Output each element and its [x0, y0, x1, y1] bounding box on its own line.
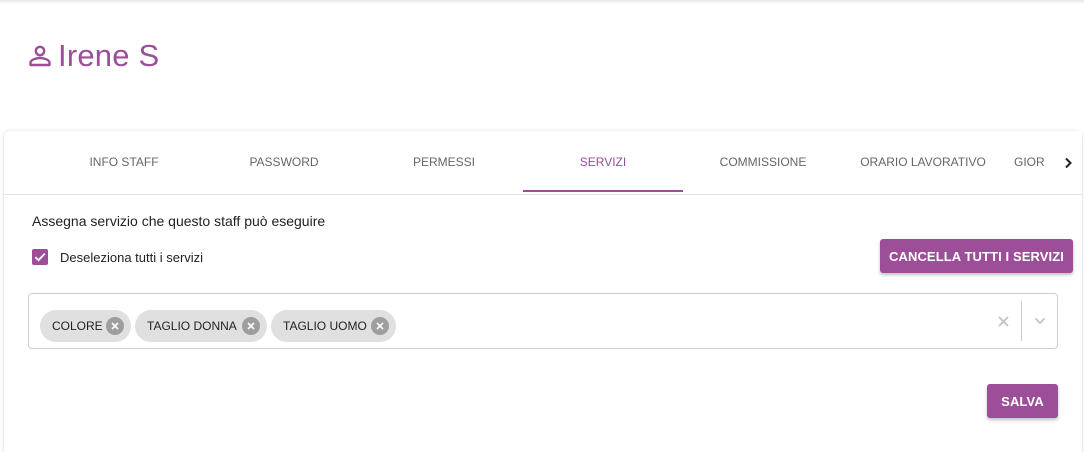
tab-password[interactable]: PASSWORD	[204, 131, 364, 194]
service-chip: COLORE	[40, 310, 131, 342]
service-chip: TAGLIO UOMO	[271, 310, 396, 342]
chip-remove-icon[interactable]	[106, 317, 124, 335]
tab-info-staff[interactable]: INFO STAFF	[44, 131, 204, 194]
tab-scroll-next-button[interactable]	[1054, 131, 1082, 194]
tab-servizi[interactable]: SERVIZI	[523, 131, 683, 194]
chevron-down-icon[interactable]	[1030, 311, 1050, 331]
chip-remove-icon[interactable]	[242, 317, 260, 335]
save-button[interactable]: SALVA	[987, 384, 1058, 418]
clear-all-services-button[interactable]: CANCELLA TUTTI I SERVIZI	[880, 239, 1073, 273]
services-multiselect[interactable]: COLORE TAGLIO DONNA TAGLIO UOMO	[28, 293, 1058, 349]
deselect-all-checkbox-row[interactable]: Deseleziona tutti i servizi	[32, 249, 203, 265]
service-chip: TAGLIO DONNA	[135, 310, 267, 342]
tab-bar: INFO STAFF PASSWORD PERMESSI SERVIZI COM…	[4, 131, 1082, 195]
service-chip-label: TAGLIO UOMO	[283, 319, 367, 333]
multiselect-separator	[1021, 301, 1022, 341]
chevron-right-icon	[1065, 157, 1072, 168]
service-chip-label: COLORE	[52, 319, 103, 333]
clear-selection-icon[interactable]	[993, 311, 1013, 331]
page-title: Irene S	[58, 38, 160, 73]
tab-orario-lavorativo[interactable]: ORARIO LAVORATIVO	[843, 131, 1003, 194]
page-header: Irene S	[28, 36, 159, 76]
deselect-all-checkbox[interactable]	[32, 249, 48, 265]
checkmark-icon	[34, 252, 46, 262]
tab-commissione[interactable]: COMMISSIONE	[683, 131, 843, 194]
section-label: Assegna servizio che questo staff può es…	[32, 213, 326, 229]
top-shadow	[0, 0, 1084, 4]
service-chip-label: TAGLIO DONNA	[147, 319, 237, 333]
staff-card: INFO STAFF PASSWORD PERMESSI SERVIZI COM…	[4, 131, 1082, 452]
tab-permessi[interactable]: PERMESSI	[364, 131, 524, 194]
chip-remove-icon[interactable]	[371, 317, 389, 335]
deselect-all-label: Deseleziona tutti i servizi	[60, 249, 204, 265]
user-icon	[29, 45, 51, 67]
